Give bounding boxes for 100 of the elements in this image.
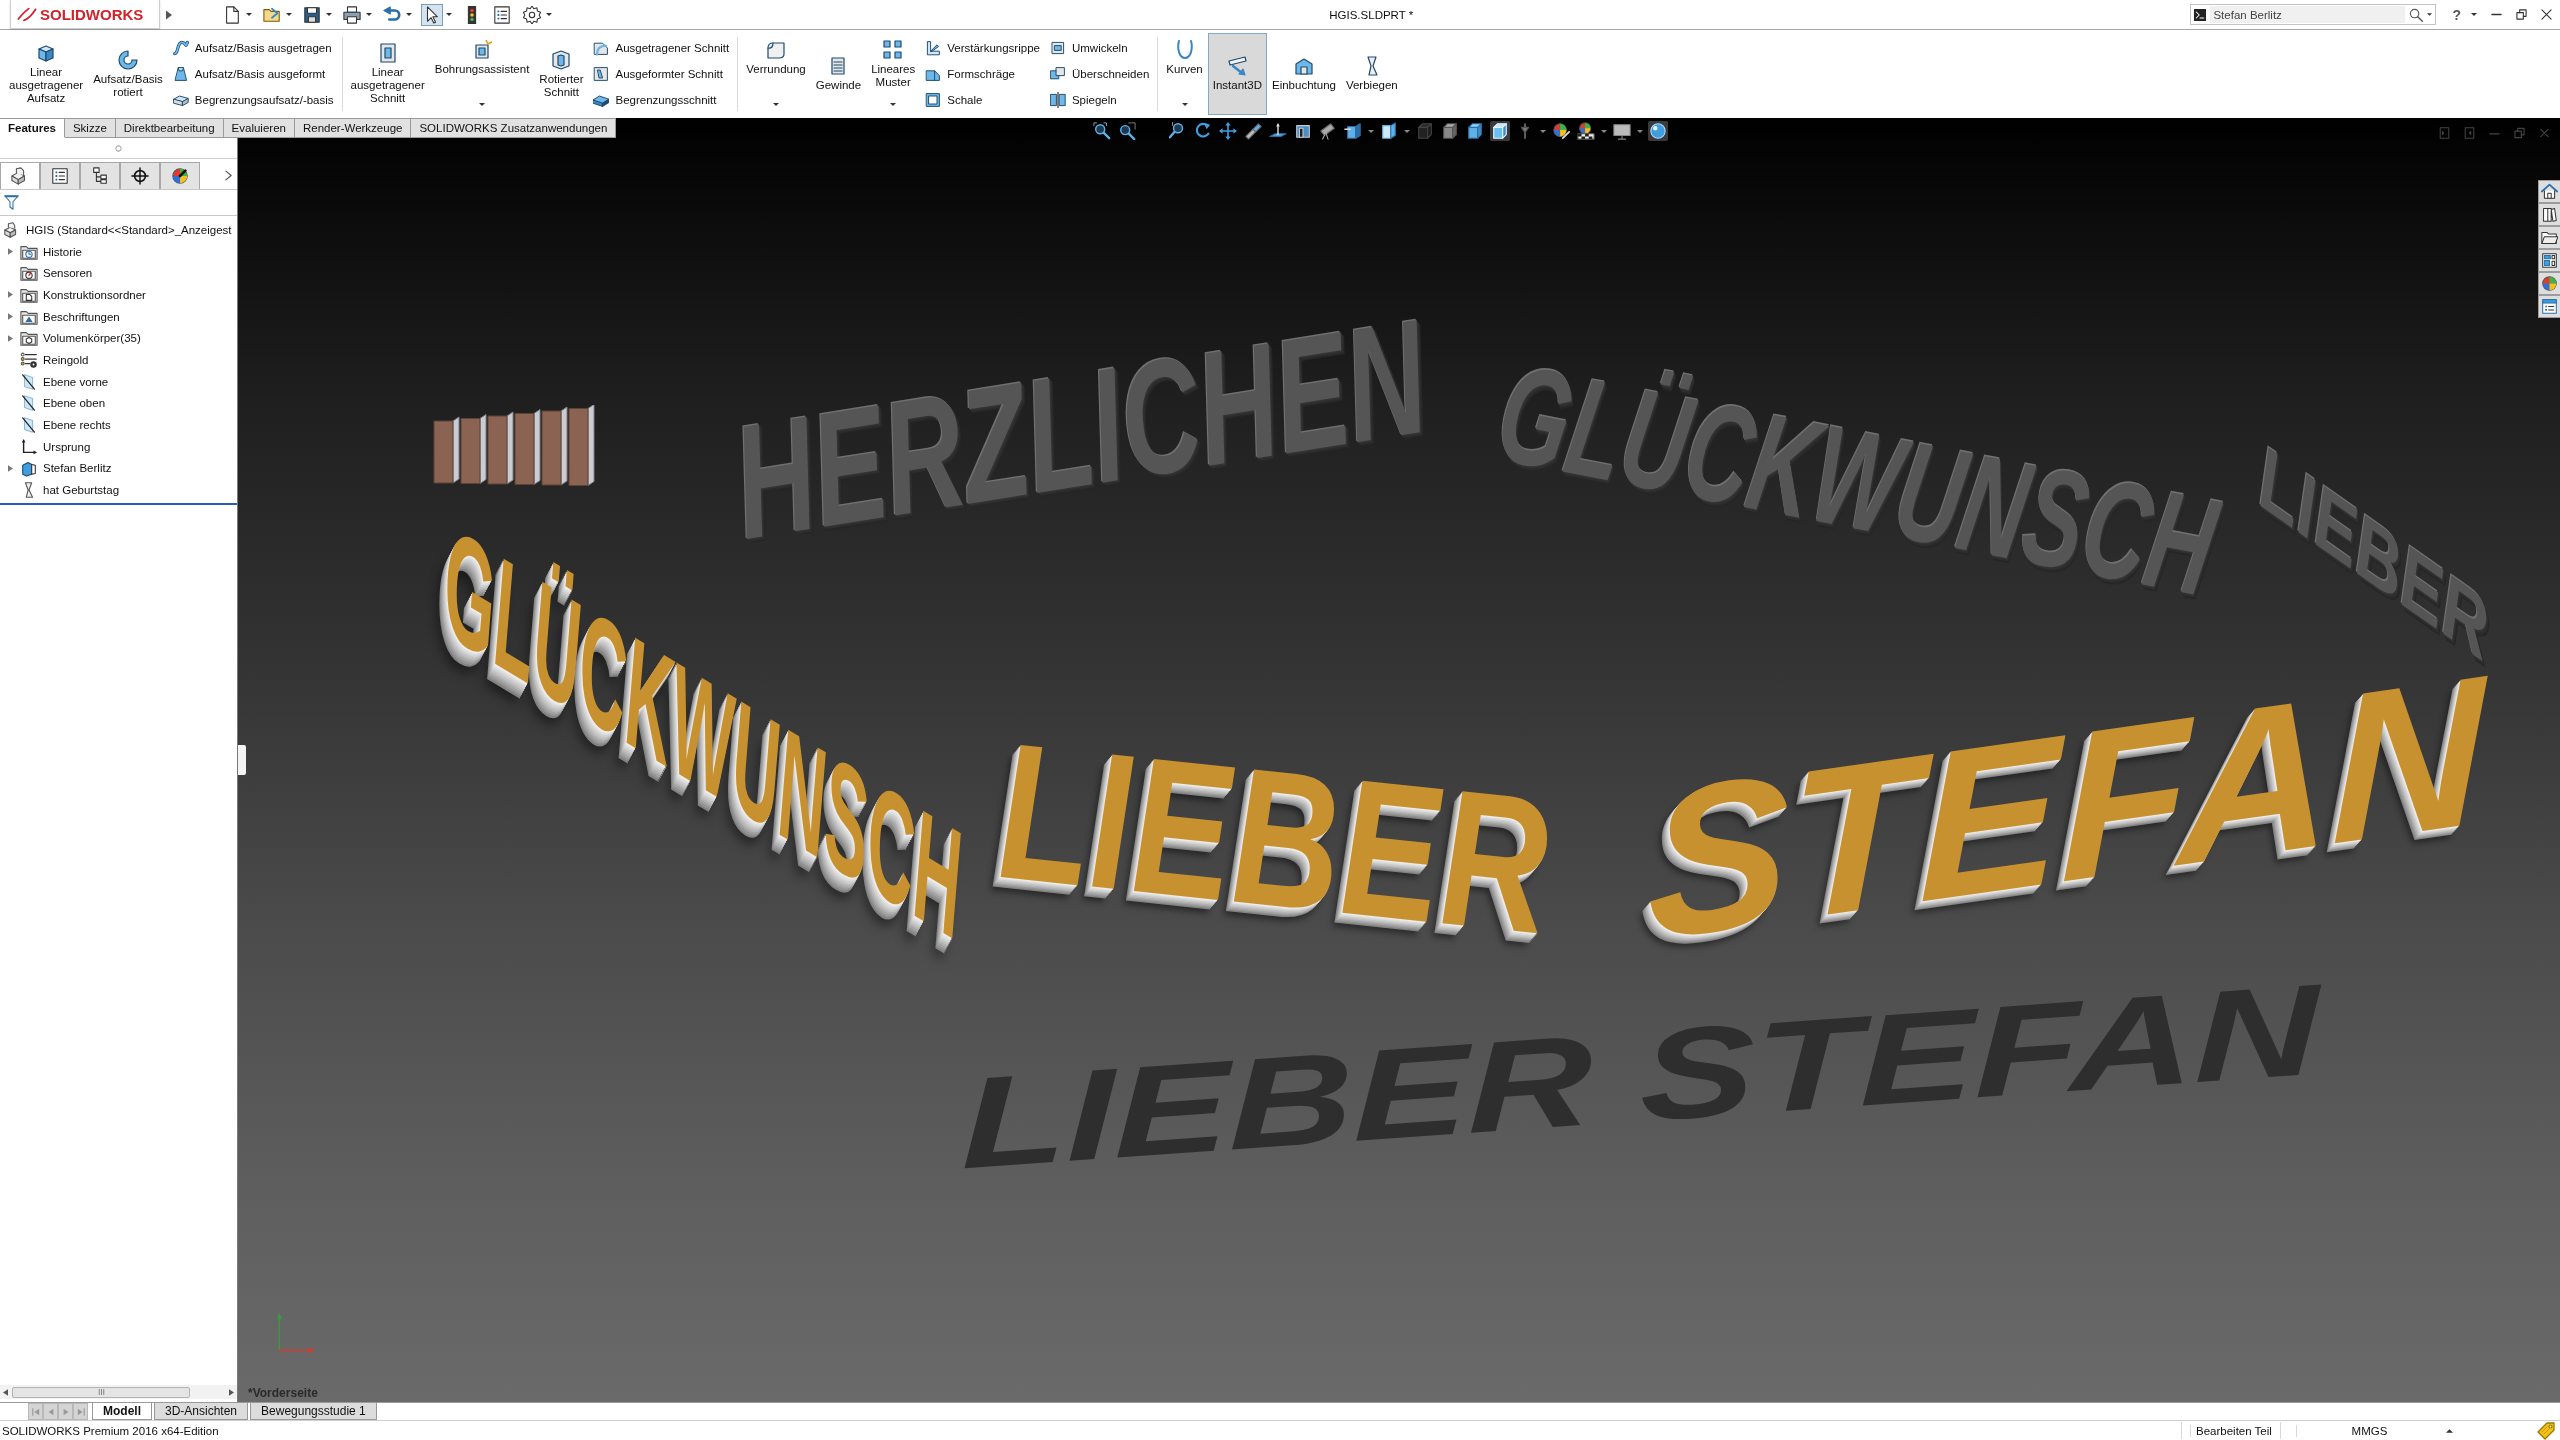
task-pane-tab[interactable] bbox=[2538, 180, 2560, 203]
monitor-icon[interactable] bbox=[1612, 121, 1632, 141]
scroll-right-icon[interactable] bbox=[229, 1388, 234, 1396]
tree-item[interactable]: Ebene rechts bbox=[20, 416, 113, 435]
extruded-boss-button[interactable]: Linear ausgetragener Aufsatz bbox=[4, 33, 89, 115]
lofted-cut-button[interactable]: Ausgeformter Schnitt bbox=[591, 65, 732, 83]
tree-item[interactable]: Reingold bbox=[20, 350, 91, 369]
caret-icon[interactable] bbox=[1637, 129, 1643, 133]
panel-collapse-handle[interactable] bbox=[238, 745, 246, 775]
telescope-icon[interactable] bbox=[1318, 121, 1338, 141]
curves-button[interactable]: Kurven bbox=[1161, 33, 1208, 115]
expand-arrow-icon[interactable] bbox=[7, 313, 13, 321]
caret-icon[interactable] bbox=[2471, 13, 2477, 16]
settings-icon[interactable] bbox=[522, 4, 542, 25]
indent-button[interactable]: Einbuchtung bbox=[1267, 33, 1341, 115]
tree-item[interactable]: Stefan Berlitz bbox=[20, 459, 114, 478]
search-icon[interactable] bbox=[2409, 7, 2424, 22]
instant3d-button[interactable]: Instant3D bbox=[1207, 33, 1267, 115]
caret-icon[interactable] bbox=[890, 103, 897, 106]
wrap-button[interactable]: Umwickeln bbox=[1047, 39, 1152, 57]
tree-item[interactable]: Historie bbox=[20, 242, 84, 261]
move-arrows-icon[interactable] bbox=[1218, 121, 1238, 141]
model-tab[interactable]: Bewegungsstudie 1 bbox=[250, 1403, 377, 1420]
view-cube-icon[interactable] bbox=[1343, 121, 1363, 141]
close-icon[interactable] bbox=[2541, 9, 2552, 20]
tree-item[interactable]: hat Geburtstag bbox=[20, 481, 122, 500]
caret-icon[interactable] bbox=[446, 13, 452, 16]
color-ball-pencil-icon[interactable] bbox=[1551, 121, 1571, 141]
command-tab[interactable]: Features bbox=[0, 118, 65, 138]
zoom-area-icon[interactable] bbox=[1117, 121, 1137, 141]
pointer-icon[interactable] bbox=[422, 4, 442, 25]
rollback-bar[interactable] bbox=[0, 502, 237, 505]
caret-icon[interactable] bbox=[479, 103, 486, 106]
printer-icon[interactable] bbox=[342, 4, 362, 25]
scene-icon[interactable] bbox=[1576, 121, 1596, 141]
caret-icon[interactable] bbox=[1181, 103, 1188, 106]
scrollbar-thumb[interactable] bbox=[12, 1386, 190, 1398]
caret-icon[interactable] bbox=[546, 13, 552, 16]
command-tab[interactable]: SOLIDWORKS Zusatzanwendungen bbox=[411, 118, 617, 138]
rotate-icon[interactable] bbox=[1193, 121, 1213, 141]
triangle-arrow-icon[interactable] bbox=[166, 9, 172, 20]
search-field[interactable]: Stefan Berlitz bbox=[2190, 4, 2437, 25]
command-tab[interactable]: Skizze bbox=[64, 118, 116, 138]
draft-button[interactable]: Formschräge bbox=[923, 65, 1042, 83]
tree-item[interactable]: Ebene oben bbox=[20, 394, 108, 413]
zoom-fit-icon[interactable] bbox=[1092, 121, 1112, 141]
caret-icon[interactable] bbox=[1404, 129, 1410, 133]
panel-tab[interactable] bbox=[40, 162, 80, 189]
caret-icon[interactable] bbox=[1368, 129, 1374, 133]
logo-button[interactable]: SOLIDWORKS bbox=[10, 0, 160, 29]
expand-arrow-icon[interactable] bbox=[7, 334, 13, 342]
caret-icon[interactable] bbox=[1601, 129, 1607, 133]
shell-button[interactable]: Schale bbox=[923, 91, 1042, 109]
task-pane-tab[interactable] bbox=[2538, 203, 2560, 226]
command-tab[interactable]: Render-Werkzeuge bbox=[294, 118, 412, 138]
list-icon[interactable] bbox=[492, 4, 512, 25]
scroll-left-icon[interactable] bbox=[3, 1388, 8, 1396]
expand-arrow-icon[interactable] bbox=[7, 291, 13, 299]
expand-arrow-icon[interactable] bbox=[7, 464, 13, 472]
hole-wizard-button[interactable]: Bohrungsassistent bbox=[429, 33, 535, 115]
caret-icon[interactable] bbox=[286, 13, 292, 16]
cube-icon[interactable] bbox=[1440, 121, 1460, 141]
sphere-icon[interactable] bbox=[1648, 121, 1668, 141]
model-tab[interactable]: 3D-Ansichten bbox=[154, 1403, 249, 1420]
panel-tab[interactable] bbox=[80, 162, 120, 189]
caret-icon[interactable] bbox=[2446, 1428, 2453, 1433]
caret-icon[interactable] bbox=[773, 103, 779, 106]
tree-item[interactable]: Beschriftungen bbox=[20, 307, 122, 326]
rib-button[interactable]: Verstärkungsrippe bbox=[923, 39, 1042, 57]
tree-item[interactable]: Volumenkörper(35) bbox=[20, 329, 143, 348]
task-pane-tab[interactable] bbox=[2538, 226, 2560, 249]
shaded-cube-icon[interactable] bbox=[1490, 121, 1510, 141]
help-button[interactable]: ? bbox=[2452, 6, 2461, 23]
restore-icon[interactable] bbox=[2516, 9, 2527, 20]
caret-icon[interactable] bbox=[326, 13, 332, 16]
caret-icon[interactable] bbox=[1540, 129, 1546, 133]
command-tab[interactable]: Evaluieren bbox=[223, 118, 295, 138]
tree-root-item[interactable]: HGIS (Standard<<Standard>_Anzeigest bbox=[3, 220, 234, 239]
tag-icon[interactable] bbox=[2537, 1421, 2555, 1440]
cube-icon[interactable] bbox=[1465, 121, 1485, 141]
unit-system-text[interactable]: MMGS bbox=[2296, 1424, 2442, 1437]
task-pane-tab[interactable] bbox=[2538, 249, 2560, 272]
caret-icon[interactable] bbox=[246, 13, 252, 16]
panel-tab[interactable] bbox=[120, 162, 160, 189]
caret-icon[interactable] bbox=[406, 13, 412, 16]
revolved-boss-button[interactable]: Aufsatz/Basis rotiert bbox=[88, 33, 168, 115]
lofted-boss-button[interactable]: Aufsatz/Basis ausgeformt bbox=[170, 65, 336, 83]
panel-tab[interactable] bbox=[0, 162, 40, 189]
model-tab[interactable]: Modell bbox=[92, 1403, 152, 1420]
tree-item[interactable]: Konstruktionsordner bbox=[20, 285, 148, 304]
intersect-button[interactable]: Überschneiden bbox=[1047, 65, 1152, 83]
filter-icon[interactable] bbox=[4, 195, 19, 210]
boundary-boss-button[interactable]: Begrenzungsaufsatz/-basis bbox=[170, 91, 336, 109]
flex-button[interactable]: Verbiegen bbox=[1340, 33, 1403, 115]
expand-arrow-icon[interactable] bbox=[7, 248, 13, 256]
cube-icon[interactable] bbox=[1379, 121, 1399, 141]
thread-button[interactable]: Gewinde bbox=[810, 33, 867, 115]
tree-item[interactable]: Ebene vorne bbox=[20, 372, 111, 391]
boundary-cut-button[interactable]: Begrenzungsschnitt bbox=[591, 91, 732, 109]
swept-boss-button[interactable]: Aufsatz/Basis ausgetragen bbox=[170, 39, 336, 57]
